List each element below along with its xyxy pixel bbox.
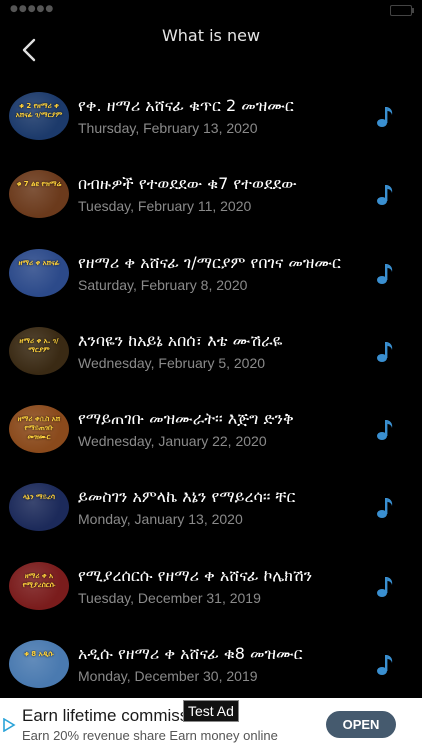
song-title[interactable]: አዲሱ የዘማሪ ቀ አሸናፊ ቁ8 መዝሙር (78, 644, 343, 664)
thumbnail-caption: ላኔን ማይረሳ (22, 493, 56, 502)
list-item[interactable]: ዘማሪ ቀ አ የሚያረሰርሱ የሚያረሰርሱ የዘማሪ ቀ አሸናፊ ኮሌክሽን… (0, 548, 422, 626)
thumbnail-image: ቁ 2 የዘማሪ ቀ አሸናፊ ገ/ማርያም (9, 92, 69, 140)
publish-date: Tuesday, December 31, 2019 (78, 589, 261, 606)
ad-open-button[interactable]: OPEN (326, 711, 396, 738)
thumbnail-caption: ቁ 7 ልዩ የዝማሬ (16, 180, 62, 189)
signal-icon: ●●●●● (10, 4, 55, 14)
publish-date: Monday, December 30, 2019 (78, 668, 258, 685)
list-item[interactable]: ቁ 8 አዲሱ አዲሱ የዘማሪ ቀ አሸናፊ ቁ8 መዝሙር Monday, De… (0, 626, 422, 704)
publish-date: Wednesday, January 22, 2020 (78, 433, 267, 450)
music-note-icon[interactable] (375, 495, 395, 519)
list-item[interactable]: ዘማሪ ቀ አ. ገ/ማርያም እንባዬን ከአይኔ አበሰ፣ እቴ ሙሽራዬ We… (0, 313, 422, 391)
thumbnail-caption: ዘማሪ ቀ አ የሚያረሰርሱ (22, 571, 56, 589)
status-bar: ●●●●● (0, 0, 422, 20)
thumbnail-image: ዘማሪ ቀ አ የሚያረሰርሱ (9, 561, 69, 610)
song-title[interactable]: ይመስገን አምላኬ እኔን የማይረሳ፡፡ ቸር (78, 487, 343, 507)
thumbnail-caption: ዘማሪ ቀ አ. ገ/ማርያም (19, 336, 59, 354)
ad-body[interactable]: Earn 20% revenue share Earn money online (22, 728, 278, 743)
list-item[interactable]: ዘማሪ ቀ አሸናፊ የዘማሪ ቀ አሸናፊ ገ/ማርያም የበገና መዝሙር Sa… (0, 235, 422, 313)
thumbnail-caption: ቁ 2 የዘማሪ ቀ አሸናፊ ገ/ማርያም (15, 102, 63, 119)
publish-date: Thursday, February 13, 2020 (78, 120, 258, 136)
thumbnail-caption: ዘማሪ ቀ አሸናፊ (18, 258, 60, 267)
song-title[interactable]: በብዙዎች የተወደደው ቁ7 የተወደደው (78, 174, 343, 194)
music-note-icon[interactable] (375, 261, 395, 285)
battery-icon (390, 5, 414, 16)
thumbnail-image: ዘማሪ ቀሲስ አሸ የማይጠገቡ መዝሙር (9, 405, 69, 454)
thumbnail-image: ዘማሪ ቀ አ. ገ/ማርያም (9, 326, 69, 375)
song-title[interactable]: የሚያረሰርሱ የዘማሪ ቀ አሸናፊ ኮሌክሽን (78, 566, 343, 586)
publish-date: Tuesday, February 11, 2020 (78, 198, 252, 215)
list-item[interactable]: ቁ 7 ልዩ የዝማሬ በብዙዎች የተወደደው ቁ7 የተወደደው Tuesday… (0, 156, 422, 234)
list-item[interactable]: ላኔን ማይረሳ ይመስገን አምላኬ እኔን የማይረሳ፡፡ ቸር Monday,… (0, 469, 422, 547)
publish-date: Wednesday, February 5, 2020 (78, 354, 266, 371)
song-title[interactable]: የማይጠገቡ መዝሙራት፡፡ እጅግ ድንቅ (78, 409, 343, 429)
song-title[interactable]: የቀ. ዘማሪ አሸናፊ ቁጥር 2 መዝሙር (78, 96, 343, 116)
music-note-icon[interactable] (375, 104, 395, 128)
thumbnail-image: ቁ 7 ልዩ የዝማሬ (9, 170, 69, 219)
music-note-icon[interactable] (375, 182, 395, 206)
ad-choices-icon[interactable] (2, 718, 16, 732)
music-note-icon[interactable] (375, 339, 395, 363)
music-note-icon[interactable] (375, 652, 395, 676)
song-title[interactable]: እንባዬን ከአይኔ አበሰ፣ እቴ ሙሽራዬ (78, 331, 343, 351)
page-title: What is new (161, 26, 261, 45)
thumbnail-image: ዘማሪ ቀ አሸናፊ (9, 248, 69, 297)
song-title[interactable]: የዘማሪ ቀ አሸናፊ ገ/ማርያም የበገና መዝሙር (78, 253, 343, 273)
list-item[interactable]: ዘማሪ ቀሲስ አሸ የማይጠገቡ መዝሙር የማይጠገቡ መዝሙራት፡፡ እጅግ… (0, 391, 422, 469)
list-item[interactable]: ቁ 2 የዘማሪ ቀ አሸናፊ ገ/ማርያም የቀ. ዘማሪ አሸናፊ ቁጥር 2… (0, 78, 422, 156)
thumbnail-caption: ዘማሪ ቀሲስ አሸ የማይጠገቡ መዝሙር (17, 415, 61, 442)
music-note-icon[interactable] (375, 417, 395, 441)
publish-date: Monday, January 13, 2020 (78, 511, 243, 528)
test-ad-badge: Test Ad (183, 700, 239, 722)
thumbnail-image: ቁ 8 አዲሱ (9, 640, 69, 689)
song-list: ቁ 2 የዘማሪ ቀ አሸናፊ ገ/ማርያም የቀ. ዘማሪ አሸናፊ ቁጥር 2… (0, 78, 422, 704)
thumbnail-caption: ቁ 8 አዲሱ (24, 650, 54, 659)
publish-date: Saturday, February 8, 2020 (78, 276, 248, 293)
music-note-icon[interactable] (375, 574, 395, 598)
thumbnail-image: ላኔን ማይረሳ (9, 483, 69, 532)
navigation-bar: What is new (0, 20, 422, 70)
ad-headline[interactable]: Earn lifetime commiss (22, 706, 197, 726)
